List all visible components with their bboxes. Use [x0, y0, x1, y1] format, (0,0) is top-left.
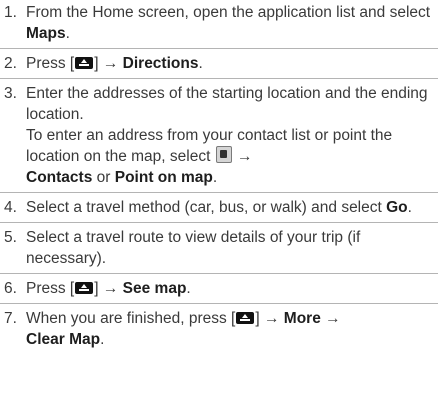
text-run: ] → [94, 280, 123, 297]
text-run: . [100, 331, 105, 348]
bold-term-directions: Directions [122, 55, 199, 72]
step-text: Select a travel method (car, bus, or wal… [26, 197, 434, 218]
step-number: 1. [4, 4, 17, 21]
bold-term-clear-map: Clear Map [26, 331, 101, 348]
step-text: Press [ ] → See map. [26, 278, 434, 299]
step-number: 3. [4, 85, 17, 102]
text-run: ] → [255, 310, 284, 327]
step-text: Press [ ] → Directions. [26, 53, 434, 74]
bold-term-more: More [283, 310, 321, 327]
step-text: When you are finished, press [ ] → More →… [26, 308, 434, 350]
text-run: Press [ [26, 55, 75, 72]
text-run: From the Home screen, open the applicati… [26, 4, 431, 21]
step-text: Enter the addresses of the starting loca… [26, 83, 434, 188]
text-run: Select a travel method (car, bus, or wal… [26, 199, 387, 216]
text-run: . [186, 280, 191, 297]
step-text: From the Home screen, open the applicati… [26, 2, 434, 44]
text-run: . [65, 25, 70, 42]
instruction-list: 1. From the Home screen, open the applic… [0, 0, 438, 354]
step-4: 4. Select a travel method (car, bus, or … [0, 197, 438, 223]
text-run: or [92, 169, 115, 186]
step-6: 6. Press [ ] → See map. [0, 278, 438, 304]
bold-term-go: Go [386, 199, 408, 216]
text-run: Press [ [26, 280, 75, 297]
menu-key-icon [236, 312, 255, 324]
menu-key-icon [75, 282, 94, 294]
bold-term-contacts: Contacts [26, 169, 93, 186]
step-number: 7. [4, 310, 17, 327]
step-2: 2. Press [ ] → Directions. [0, 53, 438, 79]
step-5: 5. Select a travel route to view details… [0, 227, 438, 274]
text-run: To enter an address from your contact li… [26, 127, 393, 165]
bold-term-maps: Maps [26, 25, 66, 42]
step-number: 6. [4, 280, 17, 297]
step-text: Select a travel route to view details of… [26, 229, 361, 267]
step-7: 7. When you are finished, press [ ] → Mor… [0, 308, 438, 354]
text-run: ] → [94, 55, 123, 72]
bold-term-point-on-map: Point on map [114, 169, 213, 186]
text-run: When you are finished, press [ [26, 310, 236, 327]
contacts-icon [215, 146, 232, 163]
step-3: 3. Enter the addresses of the starting l… [0, 83, 438, 193]
menu-key-icon [75, 57, 94, 69]
step-1: 1. From the Home screen, open the applic… [0, 2, 438, 49]
text-run: . [407, 199, 412, 216]
step-number: 2. [4, 55, 17, 72]
step-number: 5. [4, 229, 17, 246]
text-run: . [212, 169, 218, 186]
text-run: → [232, 148, 253, 165]
bold-term-see-map: See map [122, 280, 187, 297]
text-run: . [198, 55, 203, 72]
step-number: 4. [4, 199, 17, 216]
text-run: Enter the addresses of the starting loca… [26, 85, 428, 123]
text-run: → [320, 310, 341, 327]
